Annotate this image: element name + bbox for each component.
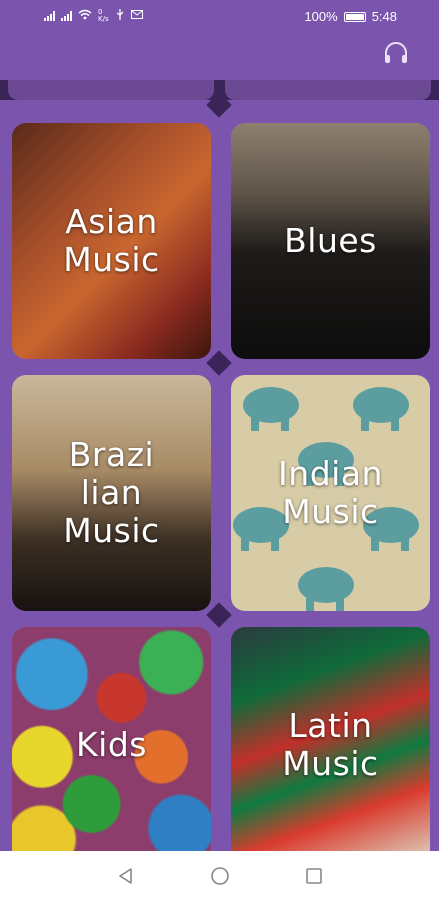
genre-grid: Asian Music Blues Brazi lian Music India… xyxy=(0,80,439,851)
app-bar: 0 K/s 100% 5:48 xyxy=(0,0,439,80)
battery-icon xyxy=(343,11,366,22)
battery-percent: 100% xyxy=(304,9,338,24)
data-speed-unit: K/s xyxy=(98,15,109,23)
status-bar: 0 K/s 100% 5:48 xyxy=(0,0,439,32)
usb-icon xyxy=(115,9,125,23)
signal-2-icon xyxy=(61,11,72,21)
genre-label: Latin Music xyxy=(282,706,379,783)
genre-tile-blues[interactable]: Blues xyxy=(231,123,430,359)
data-speed: 0 K/s xyxy=(98,9,109,23)
app-root: 0 K/s 100% 5:48 Asian Music Blues Brazi … xyxy=(0,0,439,900)
square-recents-icon[interactable] xyxy=(302,864,326,888)
headphones-icon[interactable] xyxy=(383,40,409,66)
genre-tile-latin-music[interactable]: Latin Music xyxy=(231,627,430,851)
triangle-back-icon[interactable] xyxy=(114,864,138,888)
genre-label: Asian Music xyxy=(63,202,160,279)
system-nav-bar xyxy=(0,851,439,900)
clock: 5:48 xyxy=(371,9,397,24)
genre-tile-asian-music[interactable]: Asian Music xyxy=(12,123,211,359)
status-icons-right: 100% 5:48 xyxy=(304,9,397,24)
genre-tile-brazilian-music[interactable]: Brazi lian Music xyxy=(12,375,211,611)
genre-label: Indian Music xyxy=(278,454,383,531)
genre-label: Kids xyxy=(76,725,147,764)
mail-icon xyxy=(130,10,143,22)
genre-label: Brazi lian Music xyxy=(63,435,160,550)
previous-tile-edge-right xyxy=(225,80,431,100)
genre-tile-kids[interactable]: Kids xyxy=(12,627,211,851)
wifi-icon xyxy=(78,9,92,23)
genre-label: Blues xyxy=(284,221,377,260)
circle-home-icon[interactable] xyxy=(208,864,232,888)
signal-icon xyxy=(44,11,55,21)
status-icons-left: 0 K/s xyxy=(44,9,143,23)
previous-tile-edge-left xyxy=(8,80,214,100)
genre-tile-indian-music[interactable]: Indian Music xyxy=(231,375,430,611)
